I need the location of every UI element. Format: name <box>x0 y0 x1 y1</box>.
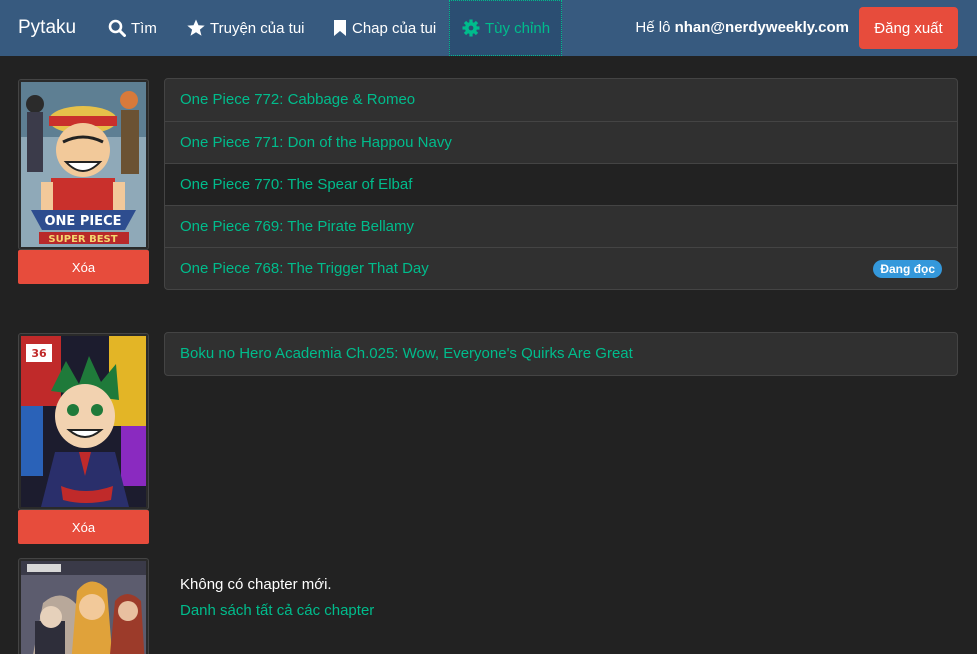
search-icon <box>108 19 126 37</box>
nav-search-label: Tìm <box>131 19 157 37</box>
delete-series-button[interactable]: Xóa <box>18 510 149 544</box>
nav-search[interactable]: Tìm <box>108 0 157 56</box>
greeting-prefix: Hế lô <box>635 19 675 36</box>
star-icon <box>187 19 205 36</box>
chapter-link[interactable]: Boku no Hero Academia Ch.025: Wow, Every… <box>180 345 633 362</box>
user-email: nhan@nerdyweekly.com <box>674 19 849 36</box>
user-greeting: Hế lô nhan@nerdyweekly.com <box>635 0 849 56</box>
no-new-chapters-text: Không có chapter mới. <box>180 576 332 593</box>
chapter-row[interactable]: One Piece 769: The Pirate Bellamy <box>165 205 957 247</box>
chapter-list: Boku no Hero Academia Ch.025: Wow, Every… <box>164 332 958 376</box>
chapter-link[interactable]: One Piece 771: Don of the Happou Navy <box>180 134 452 151</box>
nav-settings[interactable]: Tùy chỉnh <box>449 0 562 56</box>
chapter-row[interactable]: One Piece 772: Cabbage & Romeo <box>165 79 957 121</box>
chapter-row[interactable]: One Piece 768: The Trigger That Day Đang … <box>165 247 957 289</box>
bookmark-icon <box>334 20 346 36</box>
nav-my-chapters[interactable]: Chap của tui <box>333 0 436 56</box>
nav-settings-label: Tùy chỉnh <box>485 19 551 37</box>
chapter-link[interactable]: One Piece 772: Cabbage & Romeo <box>180 91 415 108</box>
chapter-link[interactable]: One Piece 770: The Spear of Elbaf <box>180 176 412 193</box>
cover-art <box>21 561 146 654</box>
nav-my-chapters-label: Chap của tui <box>352 19 437 37</box>
chapter-list: One Piece 772: Cabbage & Romeo One Piece… <box>164 78 958 290</box>
svg-text:36: 36 <box>31 347 47 360</box>
chapter-row[interactable]: One Piece 771: Don of the Happou Navy <box>165 121 957 163</box>
nav-my-manga[interactable]: Truyện của tui <box>187 0 305 56</box>
reading-badge: Đang đọc <box>873 260 942 278</box>
svg-text:SUPER BEST: SUPER BEST <box>48 234 117 245</box>
nav-my-manga-label: Truyện của tui <box>210 19 305 37</box>
gear-icon <box>462 19 480 37</box>
brand-logo[interactable]: Pytaku <box>18 0 76 56</box>
navbar: Pytaku Tìm Truyện của tui Chap của tui T… <box>0 0 977 56</box>
chapter-row[interactable]: Boku no Hero Academia Ch.025: Wow, Every… <box>165 333 957 375</box>
series-cover-boku-no-hero[interactable]: 36 <box>18 333 149 510</box>
series-cover-one-piece[interactable]: ONE PIECE SUPER BEST <box>18 79 149 250</box>
logout-button[interactable]: Đăng xuất <box>859 7 958 49</box>
series-cover-naruto[interactable] <box>18 558 149 654</box>
chapter-link[interactable]: One Piece 769: The Pirate Bellamy <box>180 218 414 235</box>
svg-text:ONE PIECE: ONE PIECE <box>44 214 121 229</box>
cover-art: ONE PIECE SUPER BEST <box>21 82 146 247</box>
chapter-link[interactable]: One Piece 768: The Trigger That Day <box>180 260 429 277</box>
chapter-row[interactable]: One Piece 770: The Spear of Elbaf <box>165 163 957 205</box>
delete-series-button[interactable]: Xóa <box>18 250 149 284</box>
cover-art: 36 <box>21 336 146 507</box>
all-chapters-link[interactable]: Danh sách tất cả các chapter <box>180 602 374 619</box>
